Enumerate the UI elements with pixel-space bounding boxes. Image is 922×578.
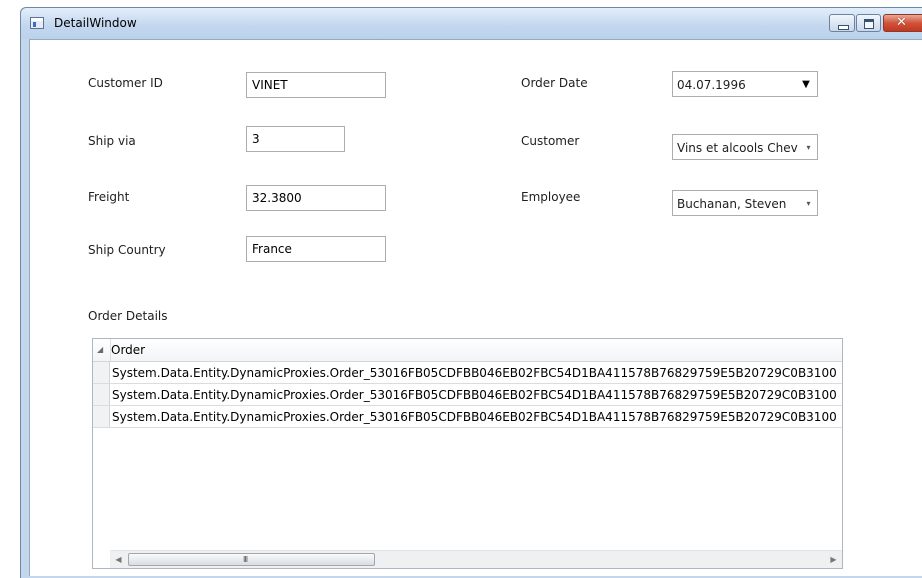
scroll-left-icon[interactable]: ◀: [110, 551, 127, 568]
employee-value: Buchanan, Steven: [677, 197, 787, 211]
title-bar[interactable]: DetailWindow ✕: [21, 8, 922, 39]
chevron-down-icon[interactable]: ▾: [800, 191, 817, 215]
customer-label: Customer: [521, 134, 580, 148]
order-date-value: 04.07.1996: [677, 78, 746, 92]
select-all-icon: ◢: [97, 345, 104, 354]
window-client-area: Customer ID VINET Ship via 3 Freight 32.…: [29, 39, 922, 576]
table-row[interactable]: System.Data.Entity.DynamicProxies.Order_…: [93, 406, 842, 428]
column-header-order[interactable]: Order: [111, 343, 145, 357]
ship-country-field[interactable]: France: [246, 236, 386, 262]
row-header[interactable]: [93, 384, 110, 405]
maximize-button[interactable]: [856, 14, 881, 32]
customer-id-label: Customer ID: [88, 76, 163, 90]
select-all-corner[interactable]: ◢: [93, 339, 111, 361]
order-date-picker[interactable]: 04.07.1996 ▼: [672, 71, 818, 97]
order-details-label: Order Details: [88, 309, 168, 323]
row-header[interactable]: [93, 362, 110, 383]
order-date-label: Order Date: [521, 76, 588, 90]
customer-id-field[interactable]: VINET: [246, 72, 386, 98]
horizontal-scrollbar[interactable]: ◀ III ▶: [110, 550, 842, 568]
scroll-right-icon[interactable]: ▶: [825, 551, 842, 568]
window-title: DetailWindow: [54, 16, 137, 30]
table-cell[interactable]: System.Data.Entity.DynamicProxies.Order_…: [112, 410, 837, 424]
minimize-button[interactable]: [829, 14, 855, 32]
chevron-down-icon[interactable]: ▾: [800, 135, 817, 159]
table-cell[interactable]: System.Data.Entity.DynamicProxies.Order_…: [112, 388, 837, 402]
row-header[interactable]: [93, 406, 110, 427]
employee-label: Employee: [521, 190, 581, 204]
ship-country-label: Ship Country: [88, 243, 166, 257]
close-button[interactable]: ✕: [883, 14, 922, 32]
customer-value: Vins et alcools Chev: [677, 141, 798, 155]
ship-via-label: Ship via: [88, 134, 136, 148]
window-app-icon: [30, 17, 44, 29]
scrollbar-thumb[interactable]: III: [128, 553, 375, 566]
detail-window: DetailWindow ✕ Customer ID VINET Ship vi…: [20, 7, 922, 578]
table-row[interactable]: System.Data.Entity.DynamicProxies.Order_…: [93, 362, 842, 384]
grid-header: ◢ Order: [93, 339, 842, 362]
table-row[interactable]: System.Data.Entity.DynamicProxies.Order_…: [93, 384, 842, 406]
maximize-icon: [864, 19, 874, 29]
table-cell[interactable]: System.Data.Entity.DynamicProxies.Order_…: [112, 366, 837, 380]
close-icon: ✕: [896, 15, 907, 30]
freight-label: Freight: [88, 190, 130, 204]
order-details-grid[interactable]: ◢ Order System.Data.Entity.DynamicProxie…: [92, 338, 843, 569]
ship-via-field[interactable]: 3: [246, 126, 345, 152]
minimize-icon: [838, 25, 849, 30]
employee-combobox[interactable]: Buchanan, Steven ▾: [672, 190, 818, 216]
grip-icon: III: [243, 555, 248, 564]
freight-field[interactable]: 32.3800: [246, 185, 386, 211]
dropdown-arrow-icon[interactable]: ▼: [795, 72, 817, 96]
customer-combobox[interactable]: Vins et alcools Chev ▾: [672, 134, 818, 160]
